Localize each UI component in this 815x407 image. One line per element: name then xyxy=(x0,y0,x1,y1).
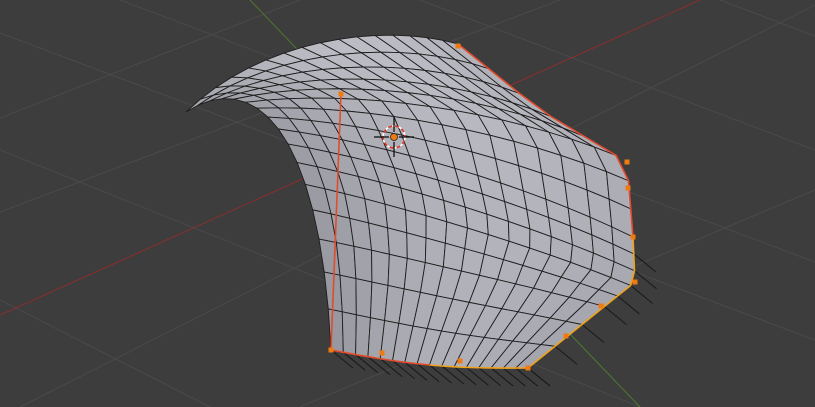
mesh-vertex[interactable] xyxy=(457,358,463,364)
mesh-face[interactable] xyxy=(387,227,408,259)
mesh-face[interactable] xyxy=(424,237,446,268)
boundary-pin-icon xyxy=(581,324,605,343)
mesh-vertex[interactable] xyxy=(598,303,604,309)
mesh-vertex[interactable] xyxy=(563,333,569,339)
boundary-pin-icon xyxy=(630,285,653,304)
mesh-vertex[interactable] xyxy=(624,159,630,165)
boundary-pin-icon xyxy=(478,367,502,387)
3d-viewport[interactable] xyxy=(0,0,815,407)
mesh-face[interactable] xyxy=(341,311,357,356)
boundary-pin-icon xyxy=(490,367,514,387)
boundary-pin-icon xyxy=(429,364,452,384)
mesh-face[interactable] xyxy=(406,232,427,264)
mesh-object[interactable] xyxy=(185,34,636,369)
mesh-face[interactable] xyxy=(442,242,466,272)
mesh-vertex[interactable] xyxy=(455,43,461,49)
mesh-vertex[interactable] xyxy=(525,365,531,371)
boundary-pin-icon xyxy=(515,367,539,387)
boundary-pin-icon xyxy=(441,365,465,385)
mesh-vertex[interactable] xyxy=(630,234,636,240)
boundary-pin-icon xyxy=(527,367,551,387)
boundary-pin-icon xyxy=(466,366,489,386)
boundary-pin-icon xyxy=(554,345,578,365)
mesh-vertex[interactable] xyxy=(625,185,631,191)
mesh-face[interactable] xyxy=(368,222,390,255)
mesh-vertex[interactable] xyxy=(328,347,334,353)
boundary-pin-icon xyxy=(604,306,627,325)
boundary-pin-icon xyxy=(633,253,657,273)
mesh-vertex[interactable] xyxy=(632,279,638,285)
viewport-canvas[interactable] xyxy=(0,0,815,407)
mesh-face[interactable] xyxy=(355,278,373,319)
grid-line xyxy=(0,299,211,407)
mesh-face[interactable] xyxy=(353,245,373,283)
grid-line xyxy=(719,0,815,37)
mesh-vertex[interactable] xyxy=(338,91,344,97)
boundary-pin-icon xyxy=(453,366,477,386)
boundary-pin-icon xyxy=(634,270,657,290)
cursor-center xyxy=(390,133,398,141)
mesh-face[interactable] xyxy=(339,274,357,316)
boundary-pin-icon xyxy=(503,367,526,387)
mesh-vertex[interactable] xyxy=(379,350,385,356)
boundary-pin-icon xyxy=(416,363,440,383)
boundary-pin-icon xyxy=(617,295,640,315)
mesh-face[interactable] xyxy=(371,249,390,287)
